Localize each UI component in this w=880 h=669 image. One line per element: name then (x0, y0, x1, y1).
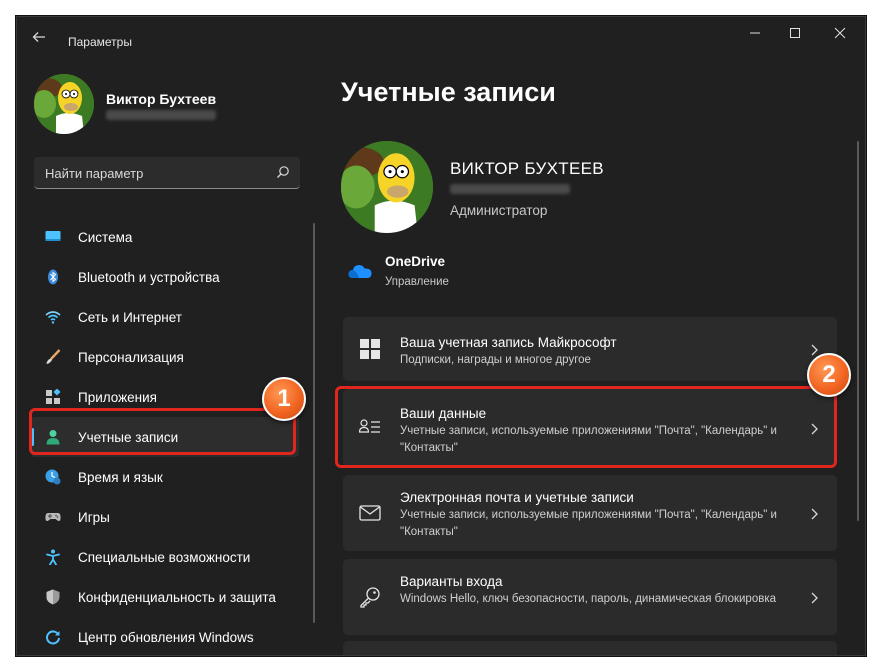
brush-icon (45, 349, 61, 365)
onedrive-icon[interactable] (348, 263, 372, 279)
card-title: Электронная почта и учетные записи (400, 490, 634, 505)
search-placeholder: Найти параметр (45, 166, 144, 181)
update-icon (45, 629, 61, 645)
page-title: Учетные записи (341, 77, 556, 107)
sidebar-item-label: Специальные возможности (78, 550, 251, 565)
card-subtitle: Windows Hello, ключ безопасности, пароль… (400, 593, 777, 605)
onedrive-title[interactable]: OneDrive (385, 254, 445, 269)
title-bar: Параметры (17, 17, 865, 57)
card-sign-in-options[interactable]: Варианты входа Windows Hello, ключ безоп… (343, 559, 837, 635)
card-title: Варианты входа (400, 574, 503, 589)
sidebar-scrollbar[interactable] (313, 223, 315, 623)
annotation-badge-1: 1 (262, 377, 306, 421)
accessibility-icon (45, 549, 61, 566)
system-icon (45, 229, 61, 245)
maximize-button[interactable] (775, 23, 815, 45)
sidebar-item-label: Конфиденциальность и защита (78, 590, 276, 605)
card-email-accounts[interactable]: Электронная почта и учетные записи Учетн… (343, 475, 837, 551)
mail-icon (359, 502, 381, 524)
sidebar-item-label: Центр обновления Windows (78, 630, 254, 645)
close-button[interactable] (820, 23, 860, 45)
user-email-blurred (106, 110, 216, 120)
sidebar-item-personalization[interactable]: Персонализация (31, 337, 299, 377)
card-next[interactable] (343, 641, 837, 655)
profile-email-blurred (450, 184, 570, 194)
chevron-right-icon (809, 507, 819, 520)
search-icon[interactable] (276, 165, 290, 179)
profile-name: ВИКТОР БУХТЕЕВ (450, 159, 604, 178)
bluetooth-icon (45, 269, 61, 285)
shield-icon (45, 589, 61, 605)
user-avatar[interactable] (34, 74, 94, 134)
main-scrollbar[interactable] (857, 141, 859, 521)
sidebar-item-label: Bluetooth и устройства (78, 270, 220, 285)
key-icon (359, 586, 381, 608)
sidebar-item-label: Сеть и Интернет (78, 310, 182, 325)
annotation-highlight-your-info (335, 386, 837, 468)
sidebar-item-accessibility[interactable]: Специальные возможности (31, 537, 299, 577)
card-title: Ваша учетная запись Майкрософт (400, 335, 617, 350)
profile-role: Администратор (450, 203, 548, 218)
sidebar-item-windows-update[interactable]: Центр обновления Windows (31, 617, 299, 655)
clock-globe-icon (45, 469, 61, 485)
search-input[interactable]: Найти параметр (34, 157, 300, 189)
back-arrow-icon[interactable] (31, 29, 47, 45)
gamepad-icon (45, 509, 61, 525)
windows-logo-icon (359, 338, 381, 360)
sidebar-item-label: Приложения (78, 390, 157, 405)
sidebar-item-time-language[interactable]: Время и язык (31, 457, 299, 497)
wifi-icon (45, 309, 61, 325)
card-subtitle: Учетные записи, используемые приложениям… (400, 509, 777, 538)
sidebar-item-network[interactable]: Сеть и Интернет (31, 297, 299, 337)
sidebar-item-system[interactable]: Система (31, 217, 299, 257)
annotation-highlight-accounts (29, 408, 296, 455)
sidebar-item-label: Время и язык (78, 470, 163, 485)
sidebar-item-label: Игры (78, 510, 110, 525)
sidebar-item-label: Персонализация (78, 350, 184, 365)
profile-avatar[interactable] (341, 141, 433, 233)
settings-window: Параметры Виктор Бухтеев Найти параметр (16, 16, 866, 656)
user-name: Виктор Бухтеев (106, 91, 217, 107)
chevron-right-icon (809, 343, 819, 356)
card-subtitle: Подписки, награды и многое другое (400, 354, 591, 366)
card-microsoft-account[interactable]: Ваша учетная запись Майкрософт Подписки,… (343, 317, 837, 381)
annotation-badge-2: 2 (807, 353, 851, 397)
apps-icon (45, 388, 61, 405)
minimize-button[interactable] (735, 23, 775, 45)
chevron-right-icon (809, 591, 819, 604)
onedrive-manage-link[interactable]: Управление (385, 276, 449, 288)
sidebar-item-gaming[interactable]: Игры (31, 497, 299, 537)
sidebar-item-bluetooth[interactable]: Bluetooth и устройства (31, 257, 299, 297)
sidebar-item-label: Система (78, 230, 133, 245)
sidebar-item-privacy[interactable]: Конфиденциальность и защита (31, 577, 299, 617)
app-title: Параметры (68, 35, 132, 49)
